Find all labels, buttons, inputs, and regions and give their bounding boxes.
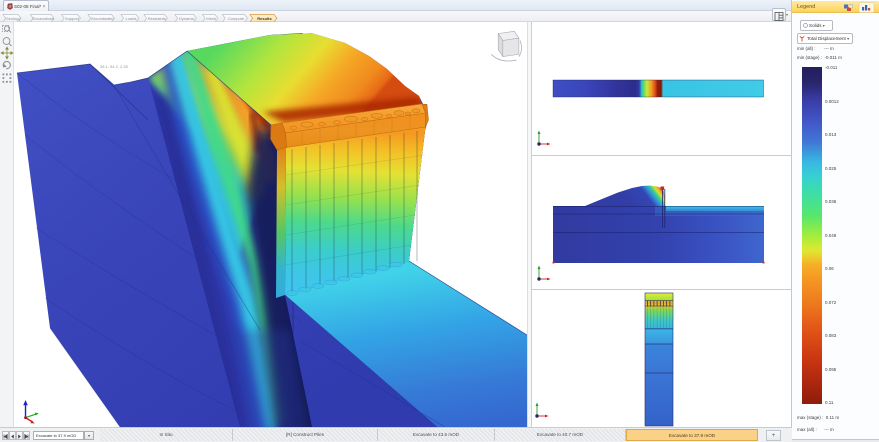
svg-text:Compute: Compute (228, 16, 245, 21)
svg-text:Support: Support (65, 16, 80, 21)
svg-text:38.1, 94.2, 2.35: 38.1, 94.2, 2.35 (100, 64, 129, 69)
svg-text:Groundwater: Groundwater (91, 16, 115, 21)
svg-text:Restraints: Restraints (148, 16, 166, 21)
svg-text:Dynamic: Dynamic (179, 16, 195, 21)
svg-text:Results: Results (257, 16, 272, 21)
svg-text:Loads: Loads (126, 16, 137, 21)
svg-text:Excavations: Excavations (32, 16, 54, 21)
svg-text:Mesh: Mesh (206, 16, 216, 21)
svg-text:Geology: Geology (6, 16, 21, 21)
